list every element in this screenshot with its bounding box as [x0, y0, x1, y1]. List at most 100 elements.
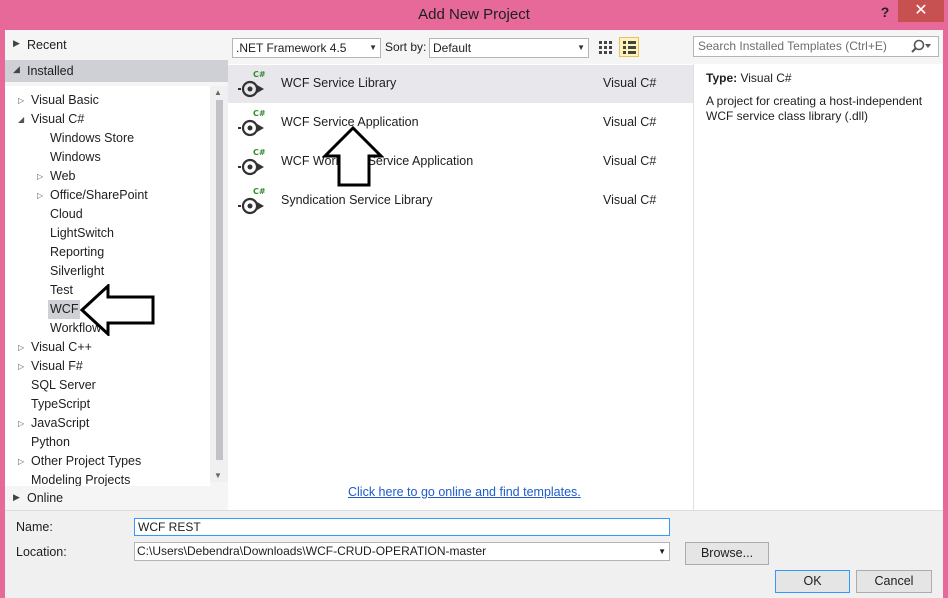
template-language: Visual C# — [603, 154, 657, 168]
tree-scrollbar[interactable]: ▲ ▼ — [210, 86, 228, 482]
template-list: Click here to go online and find templat… — [228, 64, 693, 510]
tree-item-label: WCF — [50, 302, 79, 316]
grid-view-icon — [599, 41, 612, 54]
template-row[interactable]: C# Syndication Service Library Visual C# — [228, 182, 693, 220]
collapsed-triangle-icon[interactable]: ▷ — [18, 338, 24, 357]
tree-item[interactable]: LightSwitch — [50, 224, 114, 243]
tree-item-label: TypeScript — [31, 397, 91, 411]
list-view-icon — [623, 41, 636, 54]
help-button[interactable]: ? — [876, 4, 894, 24]
tree-item[interactable]: ▷ Visual F# — [18, 357, 83, 376]
wcf-service-icon: C# — [238, 109, 266, 137]
project-name-input[interactable]: WCF REST — [134, 518, 670, 536]
window-frame-right — [943, 30, 948, 598]
description-panel: Type: Visual C# A project for creating a… — [693, 64, 943, 510]
collapsed-triangle-icon[interactable]: ▷ — [18, 91, 24, 110]
tree-item-label: Silverlight — [50, 264, 105, 278]
template-language: Visual C# — [603, 76, 657, 90]
tree-item-label: Other Project Types — [31, 454, 142, 468]
scroll-up-icon[interactable]: ▲ — [214, 88, 222, 97]
tree-item[interactable]: Reporting — [50, 243, 104, 262]
template-row[interactable]: C# WCF Workflow Service Application Visual… — [228, 143, 693, 181]
scrollbar-thumb[interactable] — [216, 100, 223, 460]
tree-item[interactable]: WCF — [48, 300, 81, 319]
annotation-up-arrow-icon — [322, 126, 384, 187]
template-type: Type: Visual C# — [706, 71, 792, 85]
template-language: Visual C# — [603, 193, 657, 207]
online-templates-link[interactable]: Click here to go online and find templat… — [348, 485, 581, 499]
type-label: Type: — [706, 71, 738, 85]
location-combo[interactable]: C:\Users\Debendra\Downloads\WCF-CRUD-OPE… — [134, 542, 670, 561]
collapsed-triangle-icon[interactable]: ▷ — [18, 452, 24, 471]
tree-item[interactable]: Python — [31, 433, 70, 452]
list-view-button[interactable] — [619, 37, 639, 57]
tree-item[interactable]: Silverlight — [50, 262, 104, 281]
title-bar: Add New Project ? ✕ — [0, 0, 948, 30]
search-icon[interactable] — [910, 39, 932, 54]
framework-dropdown[interactable]: .NET Framework 4.5 ▼ — [232, 38, 381, 58]
tree-item[interactable]: ▷ Visual C++ — [18, 338, 92, 357]
annotation-left-arrow-icon — [80, 284, 155, 336]
tree-item-label: Visual C++ — [31, 340, 92, 354]
template-row[interactable]: C# WCF Service Library Visual C# — [228, 65, 693, 103]
collapsed-triangle-icon: ▶ — [13, 38, 20, 48]
location-label: Location: — [16, 545, 67, 559]
nav-recent-label: Recent — [27, 38, 67, 52]
tree-item[interactable]: TypeScript — [31, 395, 90, 414]
small-icons-view-button[interactable] — [595, 37, 615, 57]
scroll-down-icon[interactable]: ▼ — [214, 471, 222, 480]
tree-item-label: Visual Basic — [31, 93, 99, 107]
expanded-triangle-icon[interactable]: ◢ — [18, 110, 24, 129]
tree-item[interactable]: Windows Store — [50, 129, 134, 148]
tree-item[interactable]: Cloud — [50, 205, 83, 224]
tree-item-label: LightSwitch — [50, 226, 114, 240]
location-value: C:\Users\Debendra\Downloads\WCF-CRUD-OPE… — [137, 544, 487, 558]
framework-value: .NET Framework 4.5 — [236, 41, 347, 55]
close-button[interactable]: ✕ — [898, 0, 944, 22]
tree-item[interactable]: ▷ JavaScript — [18, 414, 90, 433]
nav-recent[interactable]: ▶ Recent — [5, 34, 228, 56]
tree-item[interactable]: Windows — [50, 148, 101, 167]
collapsed-triangle-icon[interactable]: ▷ — [37, 186, 43, 205]
wcf-service-icon: C# — [238, 148, 266, 176]
collapsed-triangle-icon: ▶ — [13, 492, 20, 502]
nav-installed[interactable]: ◢ Installed — [5, 60, 228, 82]
collapsed-triangle-icon[interactable]: ▷ — [37, 167, 43, 186]
wcf-service-icon: C# — [238, 70, 266, 98]
chevron-down-icon: ▼ — [658, 547, 666, 556]
tree-item[interactable]: ▷ Office/SharePoint — [37, 186, 148, 205]
nav-online-label: Online — [27, 491, 64, 505]
tree-item-label: Windows — [50, 150, 101, 164]
tree-item[interactable]: Test — [50, 281, 73, 300]
template-row[interactable]: C# WCF Service Application Visual C# — [228, 104, 693, 142]
template-description: A project for creating a host-independen… — [706, 94, 923, 123]
project-form: Name: WCF REST Location: C:\Users\Debend… — [5, 510, 943, 598]
tree-item-label: Cloud — [50, 207, 83, 221]
collapsed-triangle-icon[interactable]: ▷ — [18, 357, 24, 376]
ok-button[interactable]: OK — [775, 570, 850, 593]
tree-item[interactable]: SQL Server — [31, 376, 96, 395]
browse-button[interactable]: Browse... — [685, 542, 769, 565]
tree-item-label: Visual C# — [31, 112, 85, 126]
template-name: WCF Service Library — [281, 76, 397, 90]
window-title: Add New Project — [418, 6, 530, 23]
tree-item-label: JavaScript — [31, 416, 90, 430]
tree-item[interactable]: ▷ Visual Basic — [18, 91, 99, 110]
tree-item[interactable]: ◢ Visual C# — [18, 110, 85, 129]
svg-text:C#: C# — [253, 109, 266, 118]
nav-online[interactable]: ▶ Online — [5, 486, 228, 510]
tree-item-label: Windows Store — [50, 131, 135, 145]
cancel-button[interactable]: Cancel — [856, 570, 932, 593]
svg-text:C#: C# — [253, 187, 266, 196]
collapsed-triangle-icon[interactable]: ▷ — [18, 414, 24, 433]
search-placeholder: Search Installed Templates (Ctrl+E) — [698, 39, 887, 53]
sort-by-label: Sort by: — [385, 40, 427, 54]
tree-item[interactable]: ▷ Other Project Types — [18, 452, 142, 471]
sort-dropdown[interactable]: Default ▼ — [429, 38, 589, 58]
tree-item[interactable]: ▷ Web — [37, 167, 75, 186]
search-input[interactable]: Search Installed Templates (Ctrl+E) — [693, 36, 939, 57]
chevron-down-icon: ▼ — [577, 43, 585, 52]
name-label: Name: — [16, 520, 53, 534]
tree-item-label: Test — [50, 283, 73, 297]
tree-item-label: Modeling Projects — [31, 473, 131, 487]
